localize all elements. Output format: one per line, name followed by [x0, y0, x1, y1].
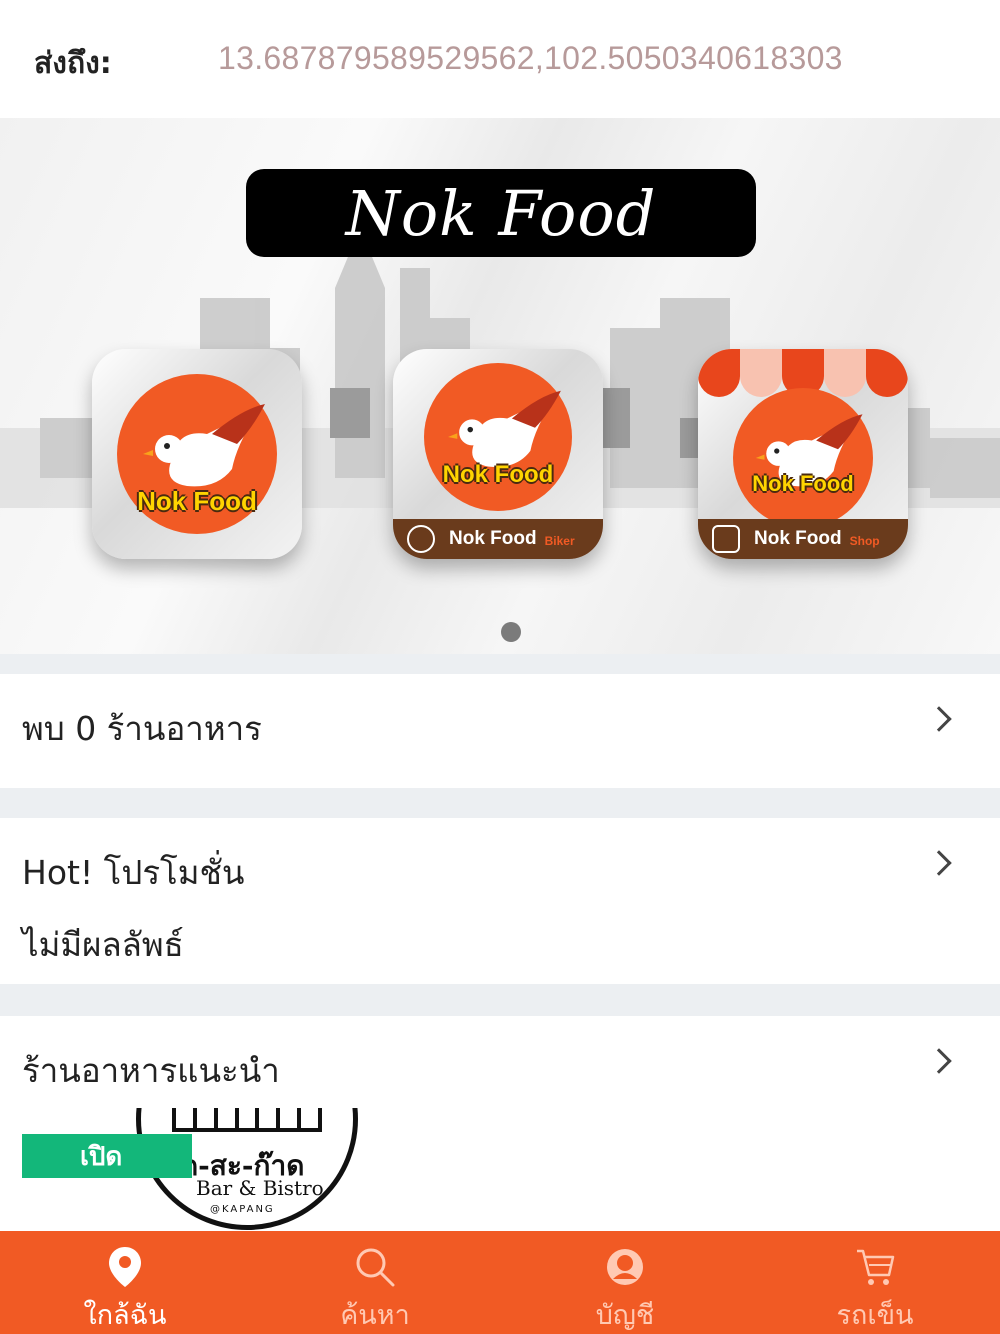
- app-logo-text: Nok Food: [137, 486, 257, 516]
- tab-search[interactable]: ค้นหา: [250, 1231, 500, 1334]
- app-tile-label-strip: Nok Food Biker: [393, 519, 603, 559]
- app-logo-text: Nok Food: [442, 461, 554, 488]
- tab-cart[interactable]: รถเข็น: [750, 1231, 1000, 1334]
- found-restaurants-title: พบ 0 ร้านอาหาร: [22, 709, 262, 748]
- promotion-empty-text: ไม่มีผลลัพธ์: [22, 925, 184, 964]
- cart-icon: [857, 1249, 895, 1285]
- delivery-header: ส่งถึง: 13.687879589529562,102.505034061…: [0, 0, 1000, 118]
- promotion-section: Hot! โปรโมชั่น ไม่มีผลลัพธ์: [0, 818, 1000, 984]
- chevron-right-icon[interactable]: [926, 850, 952, 876]
- app-tile-label-strip: Nok Food Shop: [698, 519, 908, 559]
- tab-label: ค้นหา: [340, 1300, 410, 1331]
- promotion-title[interactable]: Hot! โปรโมชั่น: [22, 846, 245, 899]
- app-logo-text: Nok Food: [752, 471, 854, 496]
- restaurant-logo-subtitle: Bar & Bistro: [196, 1176, 324, 1200]
- nok-food-shop-app-tile: Nok Food Nok Food Shop: [698, 349, 908, 559]
- carousel-page-indicator[interactable]: [501, 622, 521, 642]
- section-divider: [0, 788, 1000, 818]
- found-restaurants-row[interactable]: พบ 0 ร้านอาหาร: [0, 674, 1000, 788]
- restaurant-logo-subtitle-2: @KAPANG: [210, 1204, 275, 1215]
- nok-food-bird-logo-icon: [733, 388, 873, 529]
- bottom-tab-bar: ใกล้ฉัน ค้นหา บัญชี รถเข็น: [0, 1231, 1000, 1334]
- tab-account[interactable]: บัญชี: [500, 1231, 750, 1334]
- section-divider: [0, 654, 1000, 674]
- shop-icon: [712, 525, 740, 553]
- search-icon: [356, 1248, 395, 1287]
- location-pin-icon: [109, 1247, 141, 1287]
- delivery-coordinates[interactable]: 13.687879589529562,102.5050340618303: [218, 40, 843, 77]
- app-tile-label: Nok Food: [754, 528, 842, 549]
- motorbike-icon: [407, 525, 435, 553]
- tab-label: รถเข็น: [836, 1300, 914, 1331]
- nok-food-biker-app-tile: Nok Food Nok Food Biker: [393, 349, 603, 559]
- app-tile-sublabel: Biker: [544, 534, 575, 548]
- nok-food-app-tile: Nok Food: [92, 349, 302, 559]
- tab-label: ใกล้ฉัน: [83, 1300, 167, 1331]
- account-icon: [607, 1249, 643, 1285]
- section-divider: [0, 984, 1000, 1016]
- promo-banner-carousel[interactable]: Nok Food Nok Food Nok Food Nok Food Bike…: [0, 118, 1000, 654]
- app-tile-label: Nok Food: [449, 528, 537, 549]
- chevron-right-icon: [926, 706, 952, 732]
- deliver-to-label: ส่งถึง:: [34, 46, 112, 81]
- chevron-right-icon[interactable]: [926, 1048, 952, 1074]
- tab-label: บัญชี: [595, 1300, 655, 1331]
- app-tile-sublabel: Shop: [849, 534, 880, 548]
- tab-nearby[interactable]: ใกล้ฉัน: [0, 1231, 250, 1334]
- open-status-badge: เปิด: [22, 1134, 192, 1178]
- recommended-title[interactable]: ร้านอาหารแนะนำ: [22, 1044, 280, 1097]
- banner-title: Nok Food: [246, 169, 756, 257]
